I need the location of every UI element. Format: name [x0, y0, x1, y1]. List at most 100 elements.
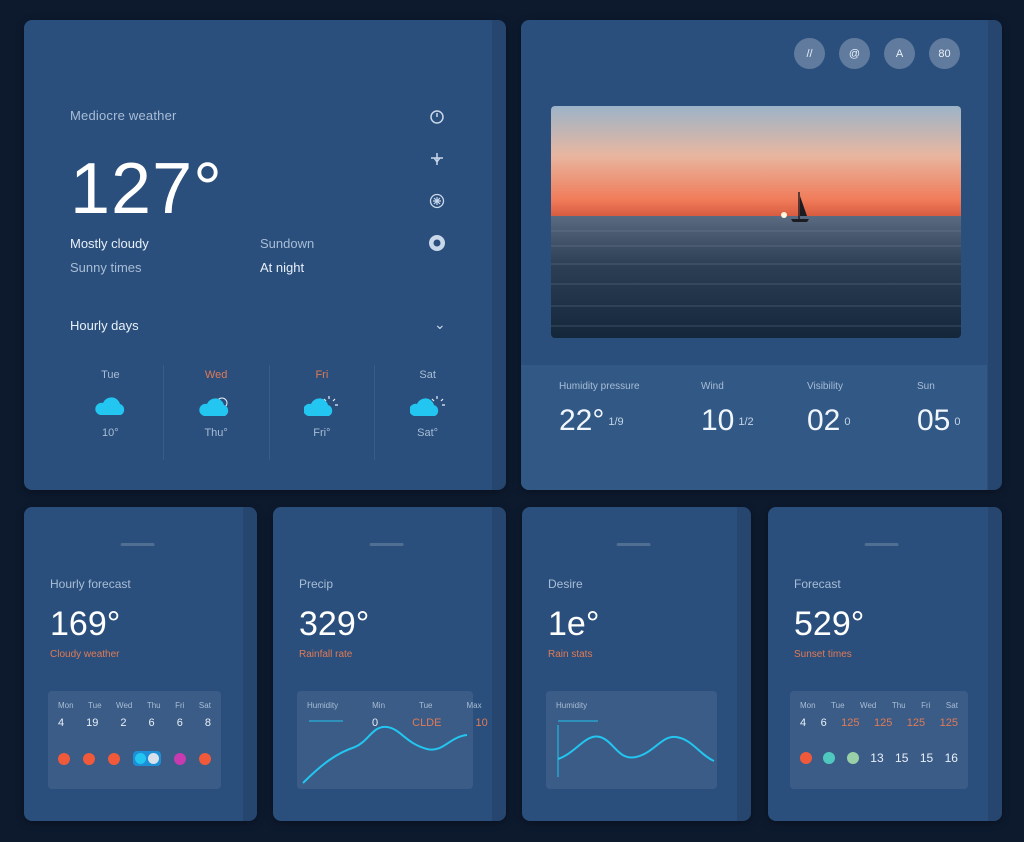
card-subtitle: Rainfall rate — [299, 649, 353, 660]
weather-details-right: Sundown At night — [260, 232, 314, 280]
cloud-icon — [92, 395, 128, 417]
cell-value: 10 — [475, 717, 488, 729]
umbrella-icon[interactable] — [426, 148, 448, 170]
status-dot[interactable] — [58, 752, 70, 765]
stat-value: 10 1/2 — [701, 404, 754, 437]
status-dot[interactable] — [800, 752, 812, 764]
rain-card[interactable]: Desire 1e° Rain stats Humidity — [522, 507, 751, 821]
sunset-card[interactable]: Forecast 529° Sunset times Mon Tue Wed T… — [768, 507, 1002, 821]
card-subtitle: Cloudy weather — [50, 649, 120, 660]
stat-label: Humidity pressure — [559, 381, 640, 392]
card-temperature: 329° — [299, 605, 370, 643]
hourly-forecast-card[interactable]: Hourly forecast 169° Cloudy weather Mon … — [24, 507, 257, 821]
detail-condition: Mostly cloudy — [70, 236, 149, 251]
side-icon-column — [426, 106, 448, 254]
sun-cloud-icon — [303, 395, 340, 417]
cell-value: 15 — [919, 751, 934, 765]
cell-value: 16 — [944, 751, 958, 765]
stat-humidity[interactable]: Humidity pressure 22° 1/9 — [559, 381, 659, 438]
sunset-sea-photo[interactable] — [551, 106, 961, 338]
cell-value: 4 — [800, 717, 807, 729]
stat-label: Wind — [701, 381, 724, 392]
hourly-section-label: Hourly days — [70, 318, 139, 333]
drag-handle[interactable] — [120, 543, 155, 546]
forecast-day[interactable]: Fri Fri° — [270, 365, 376, 460]
card-label: Hourly forecast — [50, 577, 131, 591]
edit-button[interactable]: // — [794, 38, 825, 69]
wave-line — [302, 720, 468, 784]
detail-sundown: Sundown — [260, 236, 315, 251]
forecast-day[interactable]: Wed Thu° — [164, 365, 270, 460]
detail-night: At night — [260, 260, 305, 275]
col-header: Wed — [860, 701, 877, 710]
partly-cloudy-icon — [198, 395, 234, 417]
card-label: Desire — [548, 577, 583, 591]
photo-card: // @ A 80 Humidity pressure 22° 1/9 Wind… — [521, 20, 1002, 490]
status-row: 13 15 15 16 — [800, 751, 958, 765]
wave-chart-panel: Humidity — [546, 691, 717, 789]
drag-handle[interactable] — [616, 543, 651, 546]
photo-toolbar: // @ A 80 — [794, 38, 960, 69]
stat-wind[interactable]: Wind 10 1/2 — [701, 381, 801, 438]
forecast-day-label: Tue — [101, 369, 120, 381]
forecast-row: Tue 10° Wed Thu° Fri Fri° Sat Sat° — [58, 365, 480, 460]
cell-value: 19 — [86, 717, 99, 729]
stat-value: 05 0 — [917, 404, 961, 437]
status-dot[interactable] — [846, 752, 859, 764]
status-dots — [58, 751, 211, 766]
cell-value: 125 — [873, 717, 893, 729]
sun-icon[interactable] — [426, 106, 448, 128]
snowflake-icon[interactable] — [426, 190, 448, 212]
drag-handle[interactable] — [864, 543, 899, 546]
col-header: Thu — [146, 701, 161, 710]
wave-line — [557, 720, 715, 777]
toggle-pill[interactable] — [133, 751, 161, 766]
sun-cloud-icon — [409, 395, 446, 417]
col-header: Fri — [175, 701, 185, 710]
toggle-dot — [135, 753, 146, 764]
mini-table: Mon Tue Wed Thu Fri Sat 4 6 125 125 125 … — [790, 691, 968, 789]
status-dot[interactable] — [199, 752, 211, 765]
stat-visibility[interactable]: Visibility 02 0 — [807, 381, 907, 438]
forecast-day-label: Fri — [315, 369, 329, 381]
drag-handle[interactable] — [369, 543, 404, 546]
cell-value: 6 — [176, 717, 183, 729]
location-label: Mediocre weather — [70, 108, 177, 123]
forecast-day[interactable]: Sat Sat° — [375, 365, 480, 460]
card-subtitle: Sunset times — [794, 649, 852, 660]
col-header: Tue — [831, 701, 845, 710]
more-button[interactable]: 80 — [929, 38, 960, 69]
chevron-down-icon[interactable]: ⌄ — [434, 316, 446, 333]
status-dot[interactable] — [108, 752, 120, 765]
card-label: Precip — [299, 577, 334, 591]
cell-value: 6 — [820, 717, 827, 729]
precip-card[interactable]: Precip 329° Rainfall rate Humidity Min T… — [273, 507, 506, 821]
forecast-temp: Thu° — [204, 427, 228, 439]
forecast-day[interactable]: Tue 10° — [58, 365, 164, 460]
stat-sun[interactable]: Sun 05 0 — [917, 381, 1002, 438]
cell-value: 125 — [906, 717, 926, 729]
forecast-temp: 10° — [102, 427, 119, 439]
stat-value: 22° 1/9 — [559, 404, 624, 437]
current-temperature: 127° — [70, 149, 223, 229]
cell-value: 6 — [148, 717, 155, 729]
cell-value: 125 — [939, 717, 958, 729]
status-dot[interactable] — [83, 752, 95, 765]
cell-value: 4 — [58, 717, 65, 729]
share-button[interactable]: @ — [839, 38, 870, 69]
main-weather-card: Mediocre weather 127° Mostly cloudy Sunn… — [24, 20, 506, 490]
toggle-dot — [148, 753, 159, 764]
col-header: Thu — [891, 701, 906, 710]
col-header: Mon — [58, 701, 74, 710]
mini-table: Mon Tue Wed Thu Fri Sat 4 19 2 6 6 8 — [48, 691, 221, 789]
weather-details-left: Mostly cloudy Sunny times — [70, 232, 149, 280]
font-button[interactable]: A — [884, 38, 915, 69]
cell-value: 8 — [204, 717, 211, 729]
status-dot[interactable] — [174, 752, 186, 765]
cell-value: 125 — [841, 717, 860, 729]
status-dot[interactable] — [823, 752, 836, 764]
col-header: Sat — [198, 701, 211, 710]
settings-icon[interactable] — [426, 232, 448, 254]
col-header: Wed — [116, 701, 133, 710]
col-header: Mon — [800, 701, 816, 710]
